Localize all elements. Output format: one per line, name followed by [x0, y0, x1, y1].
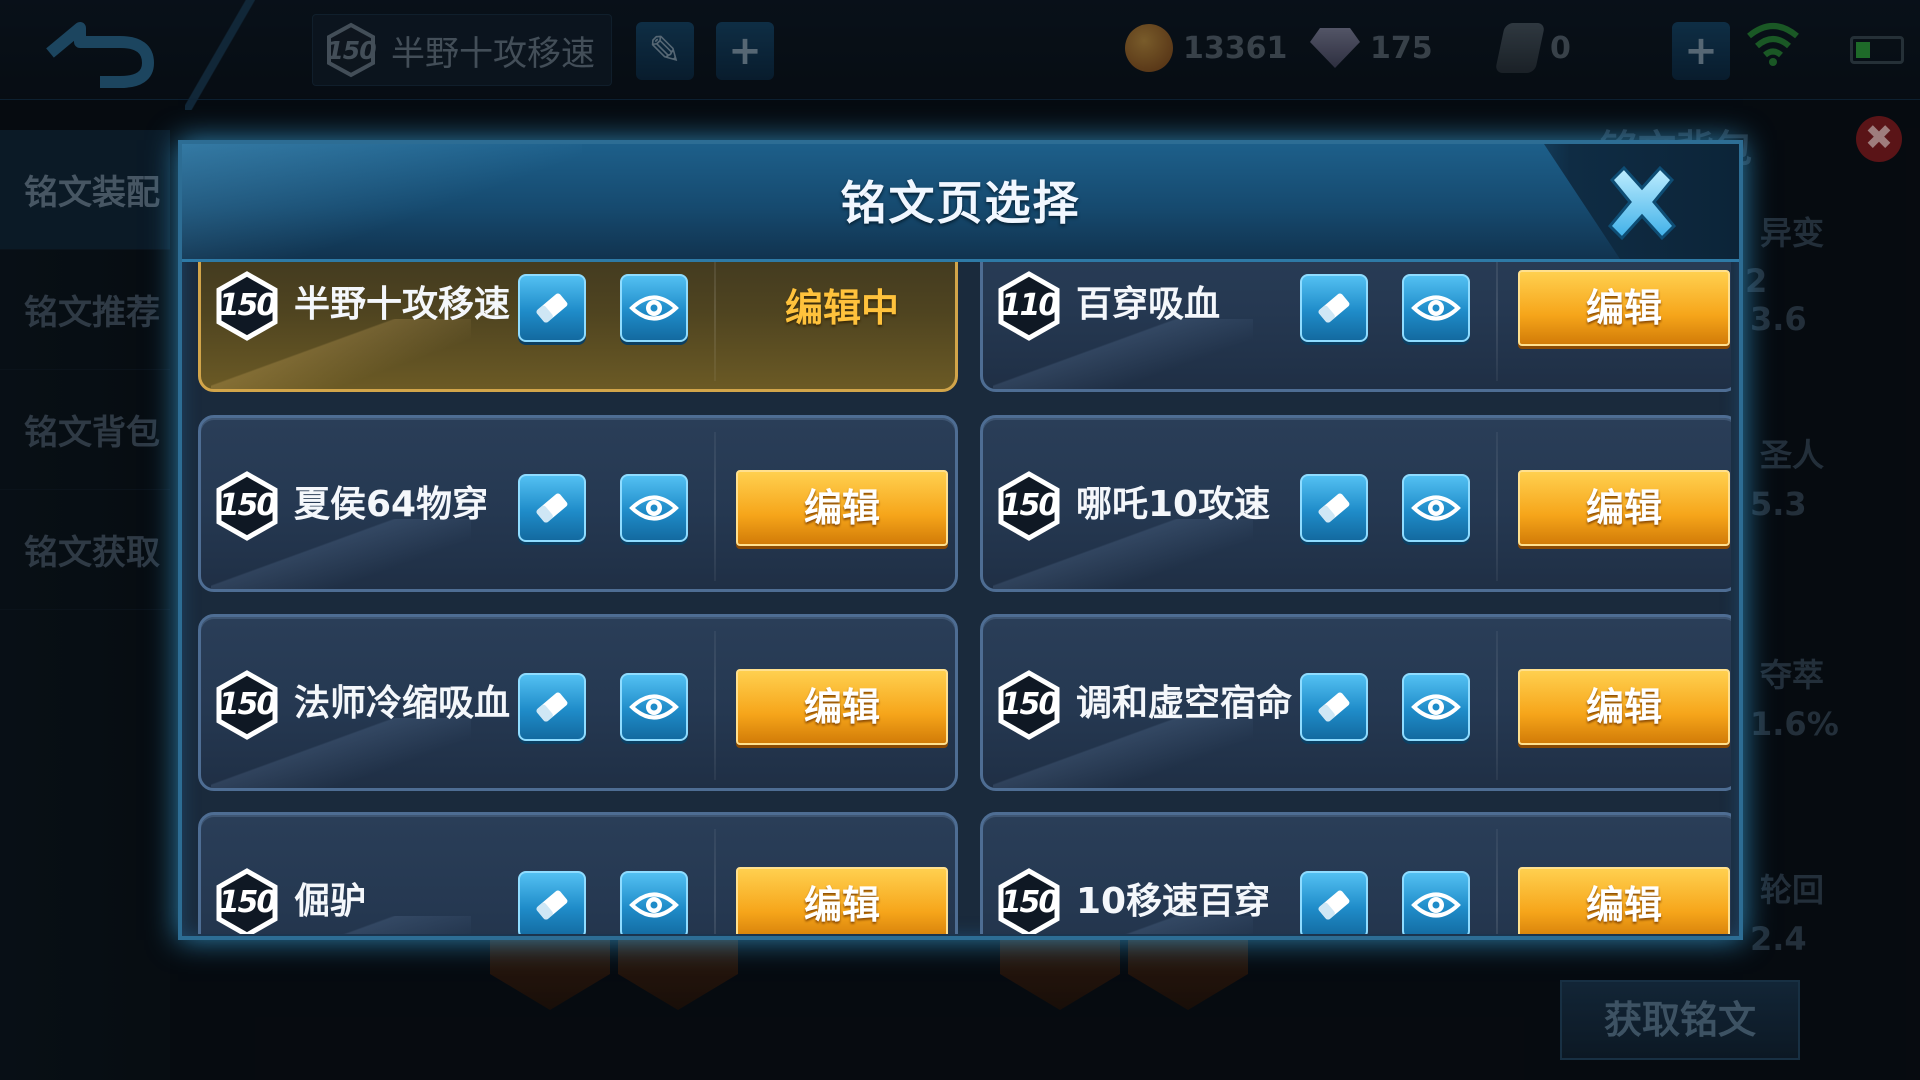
rename-button[interactable] — [1300, 474, 1368, 542]
level-hex-icon: 150 — [993, 470, 1065, 542]
eraser-icon — [536, 890, 568, 920]
page-name: 法师冷缩吸血 — [294, 683, 511, 724]
preview-button[interactable] — [620, 474, 688, 542]
edit-button[interactable]: 编辑 — [736, 669, 948, 745]
edit-button[interactable]: 编辑 — [1518, 669, 1730, 745]
modal-header: 铭文页选择 — [182, 144, 1739, 262]
level-hex-icon: 150 — [211, 470, 283, 542]
page-level: 110 — [1000, 288, 1060, 323]
page-card[interactable]: 150 调和虚空宿命 编辑 — [980, 614, 1731, 791]
edit-button[interactable]: 编辑 — [1518, 470, 1730, 546]
page-name: 10移速百穿 — [1076, 881, 1271, 922]
eye-icon — [1411, 495, 1461, 521]
page-level: 150 — [218, 687, 278, 722]
page-level: 150 — [218, 488, 278, 523]
eye-icon — [629, 892, 679, 918]
page-name: 夏侯64物穿 — [294, 484, 489, 525]
preview-button[interactable] — [620, 274, 688, 342]
close-icon — [1607, 165, 1677, 241]
edit-button[interactable]: 编辑 — [1518, 867, 1730, 934]
rename-button[interactable] — [518, 871, 586, 934]
eye-icon — [629, 495, 679, 521]
eraser-icon — [1318, 493, 1350, 523]
page-card[interactable]: 150 夏侯64物穿 编辑 — [198, 415, 958, 592]
eye-icon — [1411, 295, 1461, 321]
eraser-icon — [1318, 890, 1350, 920]
page-name: 半野十攻移速 — [294, 284, 511, 325]
page-card[interactable]: 150 半野十攻移速 编辑中 — [198, 262, 958, 392]
page-card[interactable]: 150 倔驴 编辑 — [198, 812, 958, 934]
page-level: 150 — [218, 885, 278, 920]
level-hex-icon: 150 — [211, 867, 283, 934]
preview-button[interactable] — [620, 871, 688, 934]
page-name: 倔驴 — [294, 881, 367, 922]
rename-button[interactable] — [518, 673, 586, 741]
page-select-modal: 铭文页选择 150 半野十攻移速 编辑中 110 百穿吸血 编辑 150 夏侯6… — [178, 140, 1743, 940]
edit-button[interactable]: 编辑 — [1518, 270, 1730, 346]
rename-button[interactable] — [1300, 871, 1368, 934]
rename-button[interactable] — [518, 274, 586, 342]
preview-button[interactable] — [1402, 871, 1470, 934]
page-card[interactable]: 150 法师冷缩吸血 编辑 — [198, 614, 958, 791]
rename-button[interactable] — [1300, 274, 1368, 342]
page-card[interactable]: 150 哪吒10攻速 编辑 — [980, 415, 1731, 592]
close-button[interactable] — [1600, 162, 1684, 246]
page-level: 150 — [1000, 885, 1060, 920]
eraser-icon — [1318, 293, 1350, 323]
page-card[interactable]: 110 百穿吸血 编辑 — [980, 262, 1731, 392]
rename-button[interactable] — [518, 474, 586, 542]
page-level: 150 — [1000, 687, 1060, 722]
level-hex-icon: 150 — [993, 669, 1065, 741]
rename-button[interactable] — [1300, 673, 1368, 741]
edit-button[interactable]: 编辑 — [736, 867, 948, 934]
preview-button[interactable] — [1402, 673, 1470, 741]
level-hex-icon: 110 — [993, 270, 1065, 342]
page-level: 150 — [1000, 488, 1060, 523]
eraser-icon — [536, 692, 568, 722]
eye-icon — [1411, 892, 1461, 918]
page-name: 百穿吸血 — [1076, 284, 1221, 325]
preview-button[interactable] — [1402, 274, 1470, 342]
eraser-icon — [536, 293, 568, 323]
page-level: 150 — [218, 288, 278, 323]
modal-title: 铭文页选择 — [840, 176, 1081, 230]
page-name: 哪吒10攻速 — [1076, 484, 1271, 525]
preview-button[interactable] — [1402, 474, 1470, 542]
eraser-icon — [1318, 692, 1350, 722]
preview-button[interactable] — [620, 673, 688, 741]
page-grid: 150 半野十攻移速 编辑中 110 百穿吸血 编辑 150 夏侯64物穿 编辑… — [190, 262, 1731, 934]
eye-icon — [629, 295, 679, 321]
page-name: 调和虚空宿命 — [1076, 683, 1293, 724]
eye-icon — [629, 694, 679, 720]
editing-status: 编辑中 — [784, 286, 899, 330]
level-hex-icon: 150 — [211, 669, 283, 741]
eraser-icon — [536, 493, 568, 523]
eye-icon — [1411, 694, 1461, 720]
edit-button[interactable]: 编辑 — [736, 470, 948, 546]
page-card[interactable]: 150 10移速百穿 编辑 — [980, 812, 1731, 934]
level-hex-icon: 150 — [993, 867, 1065, 934]
level-hex-icon: 150 — [211, 270, 283, 342]
